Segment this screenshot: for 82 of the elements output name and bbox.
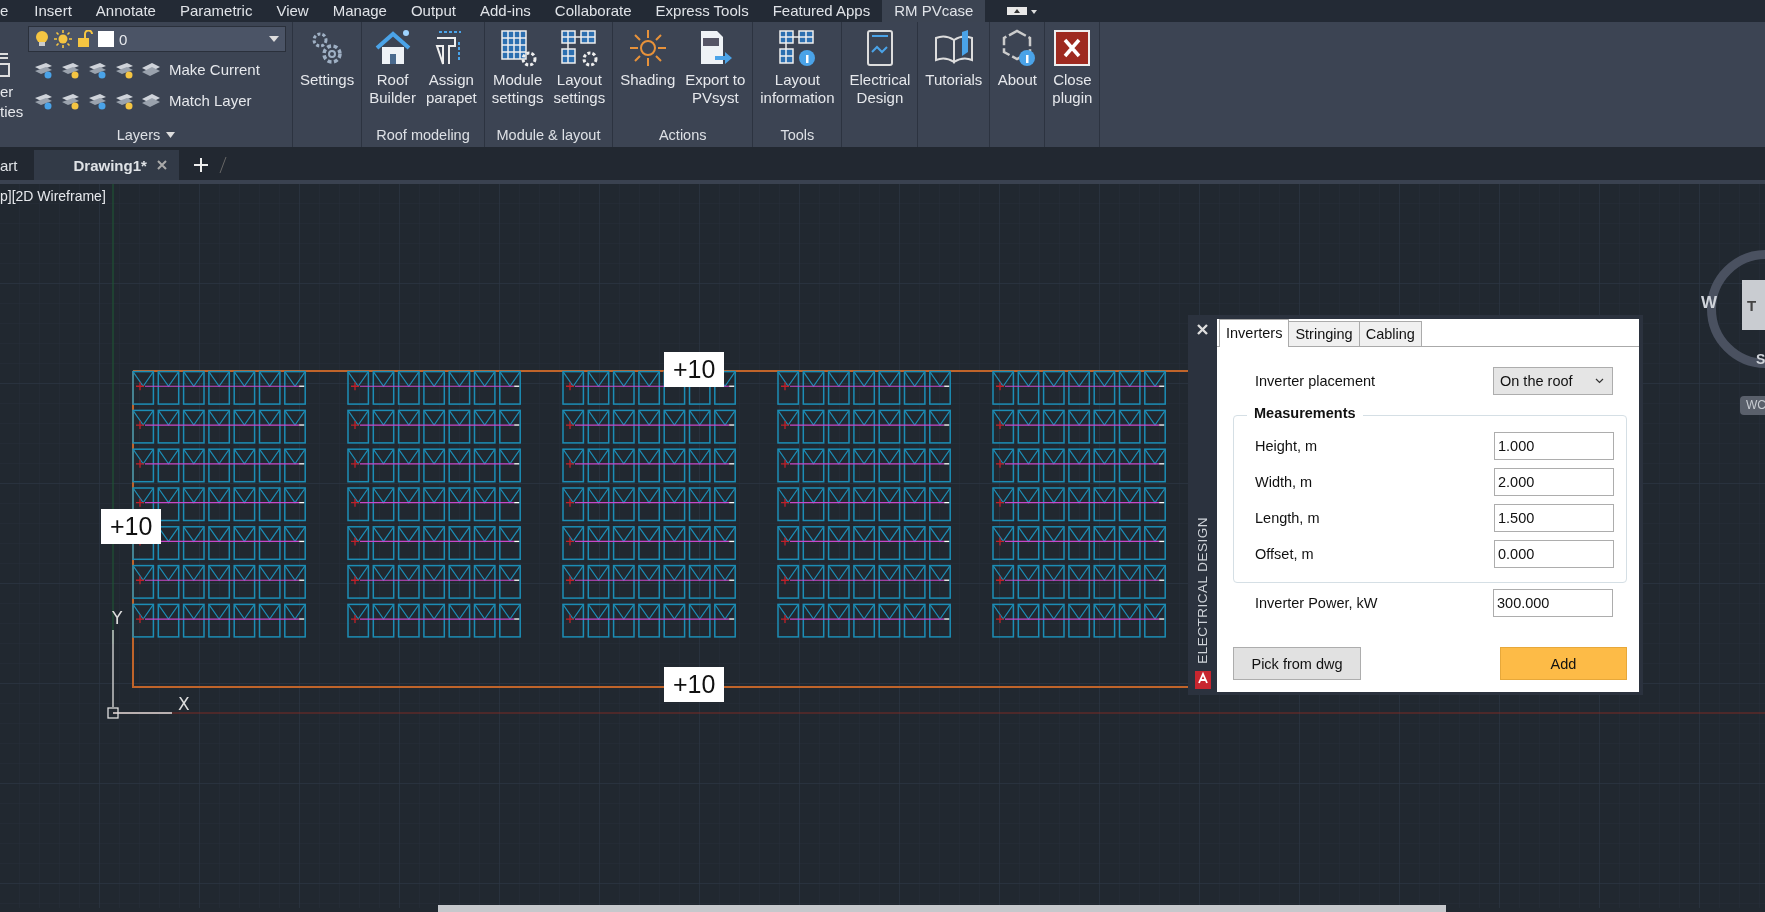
input-field[interactable]: 300.000 xyxy=(1493,589,1613,617)
padlock-icon xyxy=(77,30,93,48)
ribbon-button[interactable]: Export to PVsyst xyxy=(682,28,749,107)
panel-toggle-icon[interactable] xyxy=(1007,5,1038,17)
field-label: Length, m xyxy=(1255,510,1320,526)
input-field[interactable]: 1.500 xyxy=(1494,504,1614,532)
tab-separator-icon xyxy=(218,156,227,174)
viewport-label[interactable]: p][2D Wireframe] xyxy=(0,188,106,204)
ribbon-tab[interactable]: View xyxy=(264,0,321,22)
document-tab[interactable]: art xyxy=(0,150,34,180)
input-field[interactable]: 2.000 xyxy=(1494,468,1614,496)
ribbon-tab[interactable]: Collaborate xyxy=(542,0,644,22)
group-title: Measurements xyxy=(1247,405,1363,421)
new-tab-icon[interactable] xyxy=(192,157,209,173)
ribbon-tab[interactable]: Featured Apps xyxy=(760,0,883,22)
field-label: Inverter Power, kW xyxy=(1255,595,1378,611)
axis-label: X xyxy=(178,694,190,714)
ribbon-button[interactable]: Shading xyxy=(617,28,679,89)
ribbon-button[interactable]: Tutorials xyxy=(922,28,986,89)
chevron-icon xyxy=(1595,378,1604,384)
field-label: Inverter placement xyxy=(1255,373,1376,389)
add-button[interactable]: Add xyxy=(1500,647,1627,680)
field-label: Height, m xyxy=(1255,438,1318,454)
ribbon-button[interactable]: Settings xyxy=(297,28,358,89)
sun-icon xyxy=(627,28,668,68)
layout-info-icon xyxy=(777,28,818,68)
ribbon-button[interactable]: Module settings xyxy=(488,28,547,107)
layer-dropdown[interactable]: 0 xyxy=(28,26,286,52)
caret-icon xyxy=(166,132,176,138)
ribbon-tab[interactable]: Annotate xyxy=(83,0,168,22)
dialog-tab[interactable]: Stringing xyxy=(1288,321,1360,346)
wcs-menu-button[interactable]: WC xyxy=(1740,396,1765,415)
input-field[interactable]: 0.000 xyxy=(1494,540,1614,568)
layer-action-button[interactable]: Make Current xyxy=(169,61,260,78)
panel-side-title: ELECTRICAL DESIGN xyxy=(1195,517,1210,664)
dialog-tab[interactable]: Cabling xyxy=(1358,321,1422,346)
ribbon-button[interactable]: Close plugin xyxy=(1049,28,1096,107)
panel-title: Roof modeling xyxy=(375,126,471,145)
panel-title[interactable]: Layers xyxy=(0,123,292,147)
panel-title: Actions xyxy=(657,126,708,145)
dimension-label: +10 xyxy=(101,509,162,544)
color-swatch xyxy=(98,31,114,47)
panel-title: Tools xyxy=(779,126,816,145)
lightbulb-icon xyxy=(35,30,49,48)
input-field[interactable]: 1.000 xyxy=(1494,432,1614,460)
ribbon-button[interactable]: Layout information xyxy=(757,28,838,107)
ribbon-button[interactable]: Assign parapet xyxy=(422,28,480,107)
dimension-label: +10 xyxy=(664,352,725,387)
app-logo-icon xyxy=(1193,670,1212,690)
layer-properties-icon[interactable] xyxy=(0,50,10,78)
ribbon-button[interactable]: Roof Builder xyxy=(366,28,419,107)
ribbon-button[interactable]: About xyxy=(994,28,1041,89)
pick-button[interactable]: Pick from dwg xyxy=(1233,647,1361,680)
ribbon-tab[interactable]: e xyxy=(0,0,23,22)
ribbon-tab[interactable]: Manage xyxy=(320,0,399,22)
layer-action-button[interactable]: Match Layer xyxy=(169,92,252,109)
ribbon-tab[interactable]: Add-ins xyxy=(467,0,543,22)
layer-name: 0 xyxy=(119,30,129,48)
layout-gear-icon xyxy=(559,28,600,68)
placement-dropdown[interactable]: On the roof xyxy=(1493,367,1613,395)
panel-title: Module & layout xyxy=(495,126,602,145)
dimension-label: +10 xyxy=(664,667,725,702)
ribbon-tab[interactable]: Express Tools xyxy=(643,0,761,22)
compass-direction: S xyxy=(1756,351,1765,367)
ribbon-tab[interactable]: Parametric xyxy=(167,0,265,22)
ribbon-tab[interactable]: Output xyxy=(398,0,468,22)
sun-icon xyxy=(54,30,72,48)
ribbon-button[interactable]: Electrical Design xyxy=(846,28,914,107)
close-icon xyxy=(1052,28,1093,68)
view-cube-face[interactable]: T xyxy=(1742,280,1765,330)
field-label: Offset, m xyxy=(1255,546,1314,562)
compass-direction: W xyxy=(1701,293,1718,313)
dialog-tab[interactable]: Inverters xyxy=(1219,319,1290,347)
ribbon-tab[interactable]: Insert xyxy=(22,0,84,22)
caret-icon xyxy=(269,36,279,42)
close-icon[interactable] xyxy=(156,160,167,170)
layer-properties-label[interactable]: er ties xyxy=(0,82,24,122)
document-tab[interactable]: Drawing1* xyxy=(33,150,179,180)
ribbon-button[interactable]: Layout settings xyxy=(550,28,609,107)
axis-label: Y xyxy=(112,608,123,628)
field-label: Width, m xyxy=(1255,474,1313,490)
ribbon-tab[interactable]: RM PVcase xyxy=(882,0,986,22)
